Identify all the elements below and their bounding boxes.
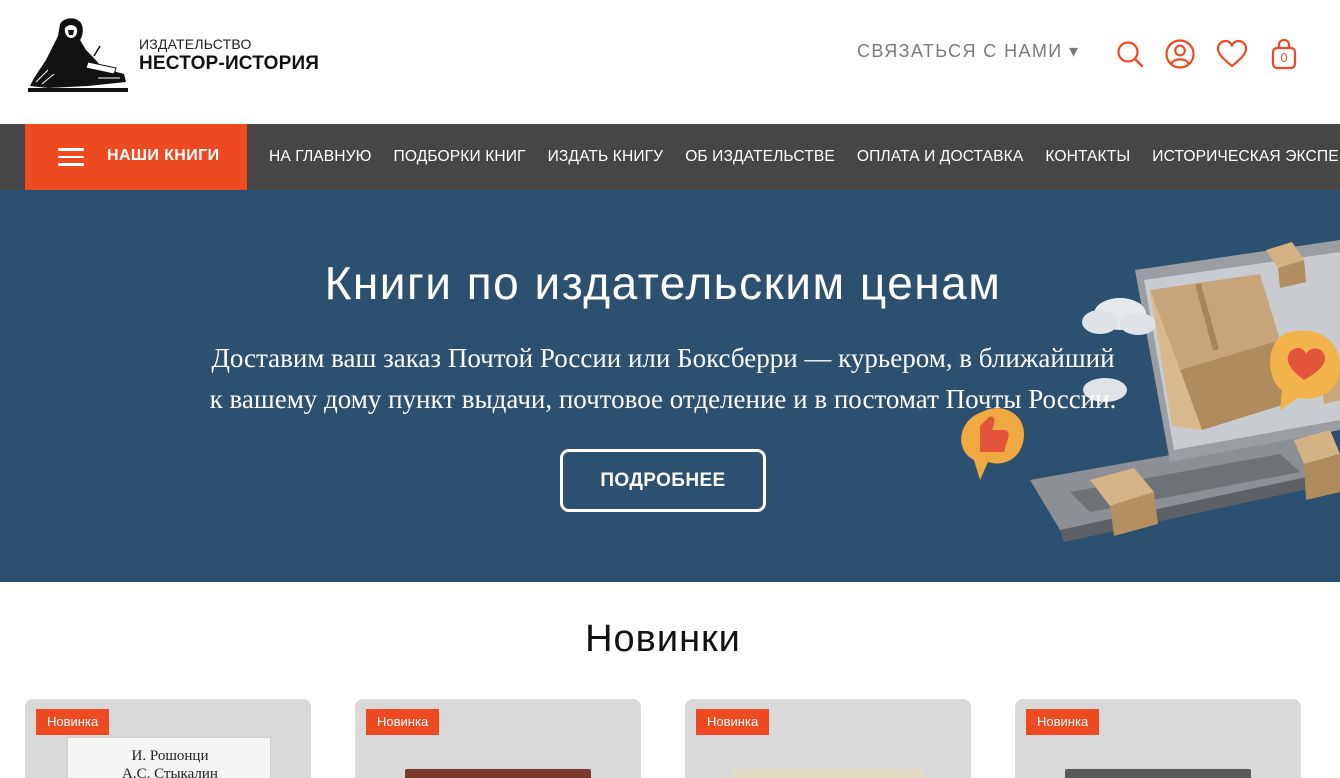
new-arrivals-title: Новинки <box>585 618 741 660</box>
shopping-bag-icon[interactable]: 0 <box>1268 38 1300 70</box>
contact-dropdown[interactable]: СВЯЗАТЬСЯ С НАМИ ▾ <box>857 41 1079 62</box>
menu-button-label: НАШИ КНИГИ <box>107 147 220 164</box>
book-cover <box>405 769 591 778</box>
new-badge: Новинка <box>36 709 110 735</box>
new-badge: Новинка <box>366 709 440 735</box>
main-navigation: НАШИ КНИГИ НА ГЛАВНУЮ ПОДБОРКИ КНИГ ИЗДА… <box>0 124 1340 190</box>
nav-link-about[interactable]: ОБ ИЗДАТЕЛЬСТВЕ <box>674 148 846 166</box>
nav-link-publish[interactable]: ИЗДАТЬ КНИГУ <box>537 148 675 166</box>
more-details-button[interactable]: ПОДРОБНЕЕ <box>560 449 766 512</box>
search-icon[interactable] <box>1114 38 1146 70</box>
hero-subtitle-line-1: Доставим ваш заказ Почтой России или Бок… <box>211 343 1115 373</box>
new-badge: Новинка <box>1026 709 1100 735</box>
hero-banner: Книги по издательским ценам Доставим ваш… <box>0 190 1340 582</box>
book-card[interactable]: Новинка <box>355 699 641 778</box>
nav-link-payment-delivery[interactable]: ОПЛАТА И ДОСТАВКА <box>846 148 1034 166</box>
cart-count: 0 <box>1280 50 1288 65</box>
book-cover-author-1: И. Рошонци <box>131 748 209 764</box>
user-icon[interactable] <box>1164 38 1196 70</box>
nav-link-historical-expertise[interactable]: ИСТОРИЧЕСКАЯ ЭКСПЕРТИЗА <box>1141 148 1340 166</box>
nav-link-contacts[interactable]: КОНТАКТЫ <box>1034 148 1141 166</box>
book-cover <box>733 769 923 778</box>
hero-subtitle: Доставим ваш заказ Почтой России или Бок… <box>140 338 1186 420</box>
new-badge: Новинка <box>696 709 770 735</box>
hamburger-icon <box>58 148 84 166</box>
book-card[interactable]: Новинка <box>685 699 971 778</box>
nav-link-home[interactable]: НА ГЛАВНУЮ <box>258 148 383 166</box>
brand-subtitle: ИЗДАТЕЛЬСТВО <box>139 36 252 52</box>
book-cover-author-2: А.С. Стыкалин <box>122 766 218 778</box>
heart-icon[interactable] <box>1216 38 1248 70</box>
nav-links: НА ГЛАВНУЮ ПОДБОРКИ КНИГ ИЗДАТЬ КНИГУ ОБ… <box>258 124 1340 190</box>
hero-subtitle-line-2: к вашему дому пункт выдачи, почтовое отд… <box>209 384 1117 414</box>
brand-name[interactable]: НЕСТОР-ИСТОРИЯ <box>139 53 319 75</box>
book-cover <box>1065 769 1251 778</box>
book-card[interactable]: Новинка <box>1015 699 1301 778</box>
book-cover: И. Рошонци А.С. Стыкалин <box>67 737 271 778</box>
site-header: ИЗДАТЕЛЬСТВО НЕСТОР-ИСТОРИЯ СВЯЗАТЬСЯ С … <box>0 0 1340 124</box>
publisher-logo[interactable] <box>28 16 128 92</box>
our-books-menu-button[interactable]: НАШИ КНИГИ <box>25 124 247 190</box>
book-card[interactable]: И. Рошонци А.С. Стыкалин Новинка <box>25 699 311 778</box>
nav-link-collections[interactable]: ПОДБОРКИ КНИГ <box>383 148 537 166</box>
